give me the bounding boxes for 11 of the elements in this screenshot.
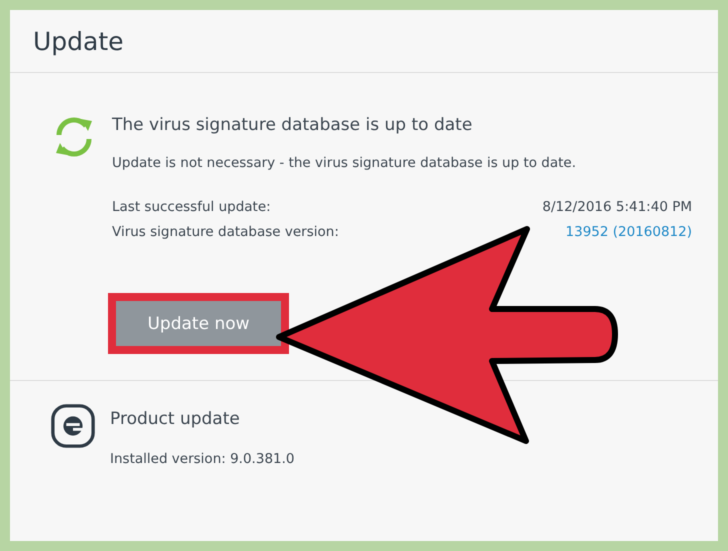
status-message: Update is not necessary - the virus signature database is up to date. bbox=[112, 155, 578, 171]
status-heading: The virus signature database is up to date bbox=[112, 114, 474, 137]
e-logo-icon bbox=[50, 403, 96, 449]
detail-value: 8/12/2016 5:41:40 PM bbox=[542, 198, 692, 217]
product-heading: Product update bbox=[110, 408, 241, 431]
detail-label: Virus signature database version: bbox=[112, 223, 339, 242]
detail-label: Last successful update: bbox=[112, 198, 271, 217]
update-now-button[interactable]: Update now bbox=[116, 301, 281, 346]
version-link[interactable]: 13952 (20160812) bbox=[566, 220, 692, 245]
page-title: Update bbox=[33, 26, 124, 56]
installed-version: Installed version: 9.0.381.0 bbox=[110, 451, 296, 467]
